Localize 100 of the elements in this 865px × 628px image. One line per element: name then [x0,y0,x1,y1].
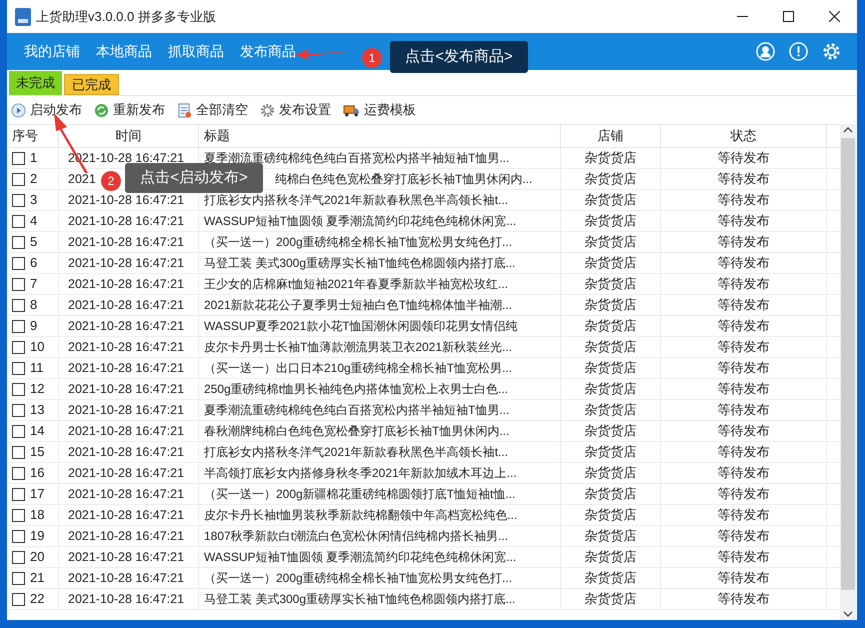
toolbar-button[interactable]: 全部清空 [177,100,248,120]
table-cell-text: 2021-10-28 16:47:21 [68,528,184,545]
row-checkbox[interactable] [12,382,25,396]
scroll-up-icon[interactable] [843,126,853,134]
row-checkbox[interactable] [12,550,25,564]
table-cell-text: 等待发布 [718,380,770,398]
table-cell-text: 皮尔卡丹男士长袖T恤薄款潮流男装卫衣2021新秋装丝光... [204,339,512,356]
table-cell-text: WASSUP夏季2021款小花T恤国潮休闲圆领印花男女情侣纯 [204,318,518,335]
table-cell-text: 等待发布 [718,317,770,336]
row-checkbox[interactable] [12,236,25,248]
table-cell-text: 等待发布 [718,338,770,356]
row-checkbox[interactable] [12,466,25,480]
row-checkbox[interactable] [12,298,25,312]
column-header: 店铺 [561,125,661,147]
row-checkbox[interactable] [12,530,25,542]
row-checkbox[interactable] [12,404,25,416]
table-cell-text: 杂货货店 [584,170,636,188]
refresh-icon [94,102,109,118]
table-cell-text: 1 [30,149,38,168]
toolbar-button[interactable]: 运费模板 [343,100,416,120]
nav-item[interactable]: 抓取商品 [168,41,224,62]
nav-item[interactable]: 我的店铺 [24,41,80,62]
table-cell-text: 等待发布 [718,485,770,504]
table-cell-text: 春秋潮牌纯棉白色纯色宽松叠穿打底衫长袖T恤男休闲内... [204,423,510,440]
table-cell-text: 2021-10-28 16:47:21 [68,380,184,398]
row-checkbox[interactable] [12,446,25,458]
table-cell-text: 等待发布 [718,569,770,588]
table-cell-text: 2 [30,170,38,188]
table-cell-text: 杂货货店 [584,191,636,210]
toolbar-button[interactable]: 启动发布 [11,100,82,120]
table-cell-text: 皮尔卡丹长袖t恤男装秋季新款纯棉翻领中年高档宽松纯色... [204,507,518,524]
table-cell-text: 2021-10-28 16:47:21 [68,234,184,251]
row-checkbox[interactable] [12,214,25,228]
table-cell-text: 王少女的店棉麻t恤短袖2021年春夏季新款半袖宽松玫红... [204,276,508,293]
table-cell-text: 杂货货店 [584,254,636,272]
column-header: 标题 [199,125,561,147]
table-cell-text: 马登工装 美式300g重磅厚实长袖T恤纯色棉圆领内搭打底... [204,255,516,272]
row-checkbox[interactable] [12,320,25,332]
table-cell-text: 等待发布 [718,359,770,378]
row-checkbox[interactable] [12,152,25,164]
table-cell-text: 11 [30,359,44,378]
table-cell-text: 4 [30,212,38,230]
table-cell-text: 2021-10-28 16:47:21 [68,254,184,272]
table-cell-text: 2021-10-28 16:47:21 [68,422,184,440]
table-cell-text: 2021-10-28 16:47:21 [68,296,184,314]
table-cell-text: 19 [30,527,44,546]
table-cell-text: 杂货货店 [584,548,636,566]
user-icon[interactable] [756,42,775,61]
scroll-down-icon[interactable] [843,610,853,618]
table-cell-text: 22 [30,590,44,608]
table-cell-text: 21 [30,569,44,588]
table-cell-text: 杂货货店 [584,317,636,336]
row-checkbox[interactable] [12,256,25,270]
table-cell-text: 打底衫女内搭秋冬洋气2021年新款春秋黑色半高领长袖t... [204,192,508,209]
window-title: 上货助理v3.0.0.0 拼多多专业版 [36,8,216,26]
row-checkbox[interactable] [12,278,25,290]
settings-icon[interactable] [822,42,841,61]
row-checkbox[interactable] [12,488,25,500]
toolbar-button[interactable]: 重新发布 [94,100,165,120]
table-cell-text: 2021-10-28 16:47:21 [68,464,184,482]
row-checkbox[interactable] [12,340,25,354]
table-cell-text: 7 [30,275,38,294]
row-checkbox[interactable] [12,424,25,438]
table-cell-text: 2021-10-28 16:47:21 [68,360,184,377]
row-checkbox[interactable] [12,362,25,374]
nav-item[interactable]: 本地商品 [96,41,152,62]
table-cell-text: 等待发布 [718,590,770,608]
row-checkbox[interactable] [12,194,25,206]
info-icon[interactable] [789,42,808,61]
table-cell-text: 12 [30,380,44,398]
table-cell-text: 杂货货店 [584,590,636,608]
tab[interactable]: 已完成 [64,74,119,95]
table-cell-text: WASSUP短袖T恤圆领 夏季潮流简约印花纯色纯棉休闲宽... [204,549,516,566]
maximize-icon [782,11,794,22]
truck-icon [343,102,360,118]
row-checkbox[interactable] [12,572,25,584]
table-cell-text: 2021-10-28 16:47:21 [68,276,184,293]
app-logo-icon [15,8,31,26]
document-icon [177,102,192,118]
row-checkbox[interactable] [12,172,25,186]
scrollbar[interactable] [840,124,856,620]
row-checkbox[interactable] [12,592,25,606]
table-cell-text: 等待发布 [718,527,770,546]
table-cell-text: 等待发布 [718,548,770,566]
table-cell-text: 18 [30,506,44,524]
tab[interactable]: 未完成 [9,71,62,95]
minimize-icon [736,16,748,17]
nav-item[interactable]: 发布商品 [240,41,296,62]
table-cell-text: （买一送一）出口日本210g重磅纯棉全棉长袖T恤宽松男... [204,360,512,377]
table-cell-text: 2021-10-28 16:47:21 [68,318,184,335]
close-icon [828,11,840,22]
table-cell-text: 等待发布 [718,212,770,230]
table-cell-text: 14 [30,422,44,440]
toolbar-button[interactable]: 发布设置 [260,100,331,120]
table-cell-text: 等待发布 [718,296,770,314]
row-checkbox[interactable] [12,508,25,522]
table-cell-text: 杂货货店 [584,338,636,356]
table-cell-text: 16 [30,464,44,482]
table-cell-text: 等待发布 [718,191,770,210]
table-cell-text: WASSUP短袖T恤圆领 夏季潮流简约印花纯色纯棉休闲宽... [204,213,516,230]
